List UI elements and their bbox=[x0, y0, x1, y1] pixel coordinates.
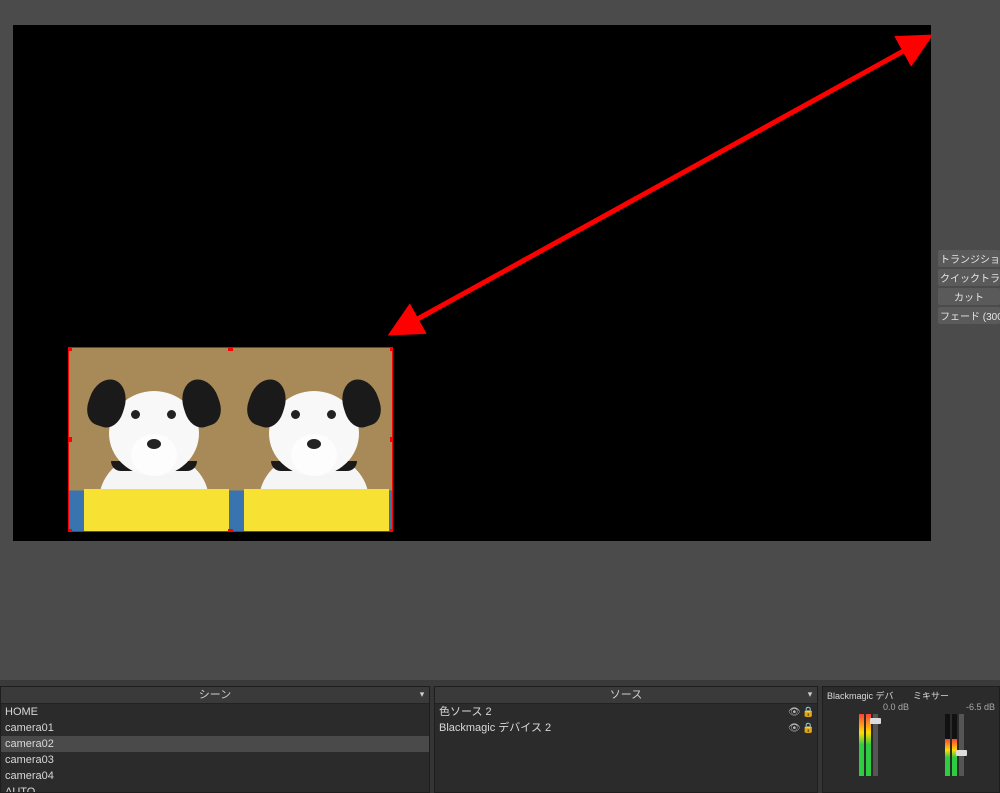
audio-meter-icon bbox=[945, 714, 950, 776]
mixer-channel-2-db: -6.5 dB bbox=[913, 702, 995, 712]
source-item[interactable]: Blackmagic デバイス 2👁🔒 bbox=[435, 720, 817, 736]
resize-handle-br[interactable] bbox=[390, 529, 394, 533]
sources-panel: ソース ▾ 色ソース 2👁🔒Blackmagic デバイス 2👁🔒 bbox=[434, 686, 818, 793]
scene-item-camera04[interactable]: camera04 bbox=[1, 768, 429, 784]
selected-source-box[interactable] bbox=[68, 347, 393, 532]
scene-item-HOME[interactable]: HOME bbox=[1, 704, 429, 720]
mixer-channel-1: Blackmagic デバ 0.0 dB bbox=[827, 689, 909, 776]
chevron-down-icon[interactable]: ▾ bbox=[805, 689, 815, 699]
volume-slider[interactable] bbox=[959, 714, 964, 776]
eye-icon[interactable]: 👁 bbox=[788, 723, 799, 734]
scene-item-camera01[interactable]: camera01 bbox=[1, 720, 429, 736]
fade-button[interactable]: フェード (300ms bbox=[938, 307, 1000, 324]
source-item-label: 色ソース 2 bbox=[439, 705, 788, 719]
resize-handle-tc[interactable] bbox=[228, 347, 233, 351]
sources-list: 色ソース 2👁🔒Blackmagic デバイス 2👁🔒 bbox=[435, 704, 817, 792]
lock-icon[interactable]: 🔒 bbox=[802, 707, 813, 718]
resize-handle-tr[interactable] bbox=[390, 347, 394, 351]
transition-panel: トランジショ クイックトランジシ カット フェード (300ms bbox=[938, 250, 1000, 326]
source-item-label: Blackmagic デバイス 2 bbox=[439, 721, 788, 735]
scene-item-AUTO[interactable]: AUTO bbox=[1, 784, 429, 792]
audio-meter-icon bbox=[952, 714, 957, 776]
scenes-panel-header[interactable]: シーン ▾ bbox=[1, 687, 429, 704]
cut-button[interactable]: カット bbox=[938, 288, 1000, 305]
chevron-down-icon[interactable]: ▾ bbox=[417, 689, 427, 699]
lock-icon[interactable]: 🔒 bbox=[802, 723, 813, 734]
quick-transition-button[interactable]: クイックトランジシ bbox=[938, 269, 1000, 286]
scenes-list: HOMEcamera01camera02camera03camera04AUTO… bbox=[1, 704, 429, 792]
scenes-panel: シーン ▾ HOMEcamera01camera02camera03camera… bbox=[0, 686, 430, 793]
resize-handle-tl[interactable] bbox=[68, 347, 72, 351]
audio-meter-icon bbox=[859, 714, 864, 776]
source-item[interactable]: 色ソース 2👁🔒 bbox=[435, 704, 817, 720]
mixer-channel-2-label: ミキサー bbox=[913, 689, 995, 702]
mixer-channel-1-label: Blackmagic デバ bbox=[827, 689, 909, 702]
scene-item-camera02[interactable]: camera02 bbox=[1, 736, 429, 752]
mixer-channel-1-db: 0.0 dB bbox=[827, 702, 909, 712]
preview-canvas[interactable] bbox=[13, 25, 931, 541]
video-frame bbox=[69, 348, 392, 531]
eye-icon[interactable]: 👁 bbox=[788, 707, 799, 718]
sources-panel-title: ソース bbox=[610, 689, 642, 701]
scene-item-camera03[interactable]: camera03 bbox=[1, 752, 429, 768]
resize-handle-bl[interactable] bbox=[68, 529, 72, 533]
audio-mixer-panel: Blackmagic デバ 0.0 dB ミキサー -6.5 dB bbox=[822, 686, 1000, 793]
app-root: トランジショ クイックトランジシ カット フェード (300ms シーン ▾ H… bbox=[0, 0, 1000, 793]
resize-handle-ml[interactable] bbox=[68, 437, 72, 442]
volume-slider[interactable] bbox=[873, 714, 878, 776]
resize-handle-bc[interactable] bbox=[228, 529, 233, 533]
transition-button[interactable]: トランジショ bbox=[938, 250, 1000, 267]
resize-handle-mr[interactable] bbox=[390, 437, 394, 442]
mixer-channel-2: ミキサー -6.5 dB bbox=[913, 689, 995, 776]
scenes-panel-title: シーン bbox=[199, 689, 231, 701]
bottom-panels: シーン ▾ HOMEcamera01camera02camera03camera… bbox=[0, 686, 1000, 793]
preview-area bbox=[0, 0, 1000, 680]
sources-panel-header[interactable]: ソース ▾ bbox=[435, 687, 817, 704]
